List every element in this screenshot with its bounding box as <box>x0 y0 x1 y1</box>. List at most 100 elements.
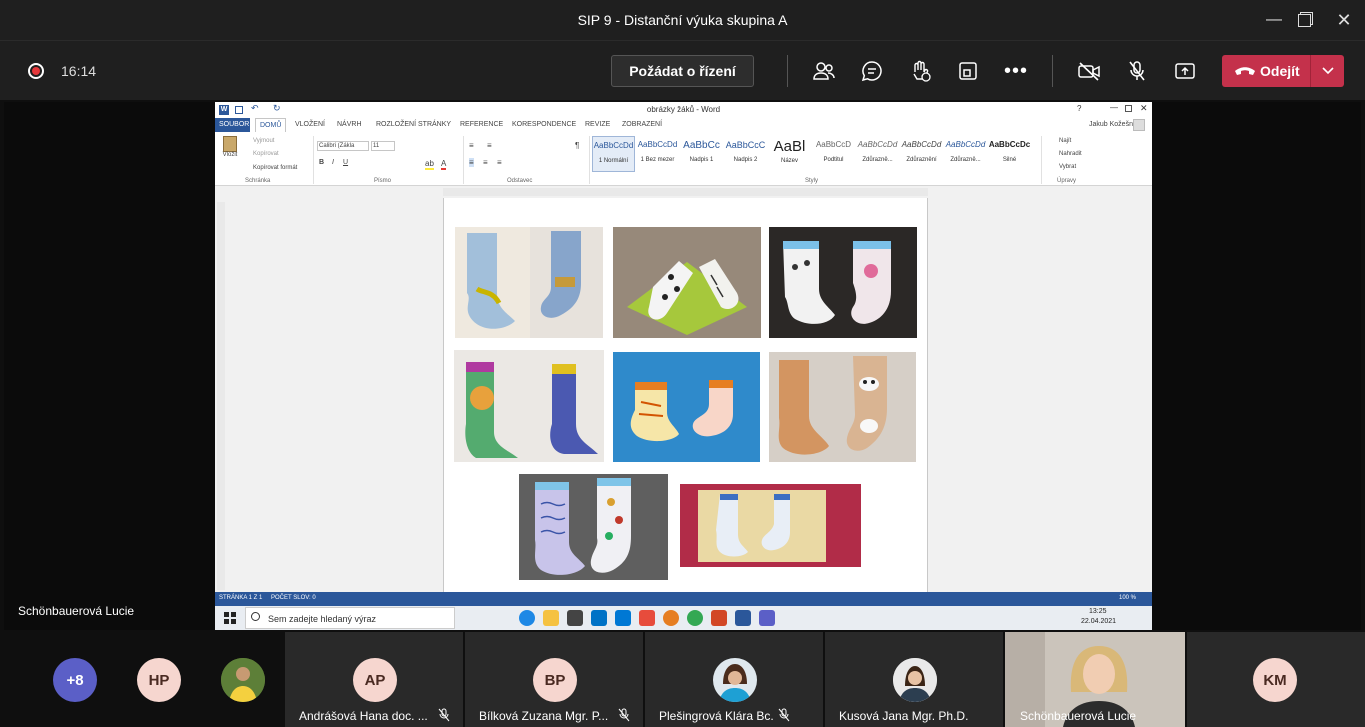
person-photo <box>713 658 757 702</box>
style-normal[interactable]: AaBbCcDd 1 Normální <box>592 136 635 172</box>
replace-button[interactable]: Nahradit <box>1059 151 1082 157</box>
participant-avatar[interactable]: HP <box>137 658 181 702</box>
participant-tile[interactable]: Kusová Jana Mgr. Ph.D. <box>825 632 1003 727</box>
align-right-icon[interactable]: ≡ <box>497 158 502 167</box>
style-sample: AaBbCcDd <box>857 140 898 149</box>
tab-references[interactable]: REFERENCE <box>460 121 503 128</box>
share-screen-button[interactable] <box>1169 55 1201 87</box>
participant-tile[interactable]: KM <box>1187 632 1365 727</box>
font-color-icon[interactable]: A <box>441 159 447 170</box>
style-intense-emphasis[interactable]: AaBbCcDd Zdůrazně... <box>944 136 987 172</box>
mic-off-icon <box>438 708 450 722</box>
word-taskbar-icon[interactable] <box>735 610 751 626</box>
pilcrow-icon[interactable]: ¶ <box>575 141 579 150</box>
style-name: Zdůraznění <box>906 157 937 163</box>
store-icon[interactable] <box>567 610 583 626</box>
participants-button[interactable] <box>808 55 840 87</box>
teams-icon[interactable] <box>759 610 775 626</box>
cut-button[interactable]: Vyjmout <box>253 138 274 144</box>
style-subtle-emphasis[interactable]: AaBbCcDd Zdůrazně... <box>856 136 899 172</box>
edge-icon[interactable] <box>519 610 535 626</box>
chrome-icon[interactable] <box>687 610 703 626</box>
mail-icon[interactable] <box>615 610 631 626</box>
format-painter-button[interactable]: Kopírovat formát <box>253 165 297 171</box>
zoom-level[interactable]: 100 % <box>1119 595 1136 601</box>
powerpoint-icon[interactable] <box>711 610 727 626</box>
sock-drawing <box>613 227 761 338</box>
word-close-icon[interactable]: ✕ <box>1140 103 1148 114</box>
browser-icon[interactable] <box>663 610 679 626</box>
italic-button[interactable]: I <box>332 159 334 166</box>
sock-photo <box>454 350 604 462</box>
style-strong[interactable]: AaBbCcDc Silné <box>988 136 1031 172</box>
font-size-select[interactable]: 11 <box>371 141 395 151</box>
style-name: Podtitul <box>823 157 844 163</box>
copy-button[interactable]: Kopírovat <box>253 151 279 157</box>
style-sample: AaBbCcDd <box>945 140 986 149</box>
style-title[interactable]: AaBl Název <box>768 136 811 172</box>
taskbar-time: 13:25 <box>1089 608 1107 615</box>
participant-avatar-photo[interactable] <box>221 658 265 702</box>
highlight-icon[interactable]: ab <box>425 159 434 170</box>
style-no-spacing[interactable]: AaBbCcDd 1 Bez mezer <box>636 136 679 172</box>
leave-button[interactable]: Odejít <box>1222 55 1344 87</box>
participant-tile[interactable]: AP Andrášová Hana doc. ... <box>285 632 463 727</box>
word-help-icon[interactable]: ? <box>1077 104 1081 113</box>
word-restore-icon[interactable] <box>1125 105 1132 112</box>
camera-toggle-button[interactable] <box>1073 55 1105 87</box>
document-page[interactable] <box>443 198 928 592</box>
windows-start-icon[interactable] <box>224 612 236 624</box>
more-icon: ••• <box>1003 59 1028 82</box>
tab-view[interactable]: ZOBRAZENÍ <box>622 121 662 128</box>
select-button[interactable]: Vybrat <box>1059 164 1076 170</box>
word-ribbon-tabs: SOUBOR DOMŮ VLOŽENÍ NÁVRH ROZLOŽENÍ STRÁ… <box>215 118 1152 132</box>
leave-label: Odejít <box>1260 63 1300 79</box>
close-window-button[interactable]: ✕ <box>1321 0 1365 40</box>
style-emphasis[interactable]: AaBbCcDd Zdůraznění <box>900 136 943 172</box>
bold-button[interactable]: B <box>319 159 324 166</box>
close-icon: ✕ <box>1336 9 1352 30</box>
taskbar-search-input[interactable]: Sem zadejte hledaný výraz <box>245 607 455 629</box>
style-subtitle[interactable]: AaBbCcD Podtitul <box>812 136 855 172</box>
style-heading-2[interactable]: AaBbCcC Nadpis 2 <box>724 136 767 172</box>
clipboard-icon <box>223 136 237 152</box>
style-sample: AaBbCcDd <box>901 140 942 149</box>
tab-mailings[interactable]: KORESPONDENCE <box>512 121 576 128</box>
underline-button[interactable]: U <box>343 159 348 166</box>
numbering-icon[interactable]: ≡ <box>487 141 492 150</box>
more-actions-button[interactable]: ••• <box>1000 55 1032 87</box>
tab-insert[interactable]: VLOŽENÍ <box>295 121 325 128</box>
share-icon <box>1175 63 1195 79</box>
style-heading-1[interactable]: AaBbCc Nadpis 1 <box>680 136 723 172</box>
participant-name: Andrášová Hana doc. ... <box>299 709 428 723</box>
word-minimize-icon[interactable]: — <box>1110 103 1118 112</box>
bullets-icon[interactable]: ≡ <box>469 141 474 150</box>
mic-toggle-button[interactable] <box>1121 55 1153 87</box>
tab-home[interactable]: DOMŮ <box>255 118 287 132</box>
calendar-icon[interactable] <box>639 610 655 626</box>
align-left-icon[interactable]: ≡ <box>469 158 474 167</box>
tab-review[interactable]: REVIZE <box>585 121 610 128</box>
participant-tile[interactable]: BP Bílková Zuzana Mgr. P... <box>465 632 643 727</box>
tab-layout[interactable]: ROZLOŽENÍ STRÁNKY <box>376 121 451 128</box>
font-name-select[interactable]: Calibri (Zákla <box>317 141 369 151</box>
find-button[interactable]: Najít <box>1059 138 1071 144</box>
paste-button[interactable]: Vložit <box>219 136 241 172</box>
request-control-button[interactable]: Požádat o řízení <box>611 55 754 87</box>
leave-options-button[interactable] <box>1310 55 1344 87</box>
file-explorer-icon[interactable] <box>543 610 559 626</box>
participant-tile[interactable]: Plešingrová Klára Bc. <box>645 632 823 727</box>
raise-hand-button[interactable] <box>904 55 936 87</box>
outlook-icon[interactable] <box>591 610 607 626</box>
more-participants-avatar[interactable]: +8 <box>53 658 97 702</box>
breakout-rooms-button[interactable] <box>952 55 984 87</box>
chat-button[interactable] <box>856 55 888 87</box>
tab-file[interactable]: SOUBOR <box>215 118 250 132</box>
participant-video-tile[interactable]: Schönbauerová Lucie <box>1005 632 1185 727</box>
align-center-icon[interactable]: ≡ <box>483 158 488 167</box>
sock-photo <box>613 227 761 338</box>
sock-drawing <box>519 474 668 580</box>
title-bar: SIP 9 - Distanční výuka skupina A — ✕ <box>0 0 1365 40</box>
maximize-icon <box>1297 13 1311 27</box>
tab-design[interactable]: NÁVRH <box>337 121 362 128</box>
